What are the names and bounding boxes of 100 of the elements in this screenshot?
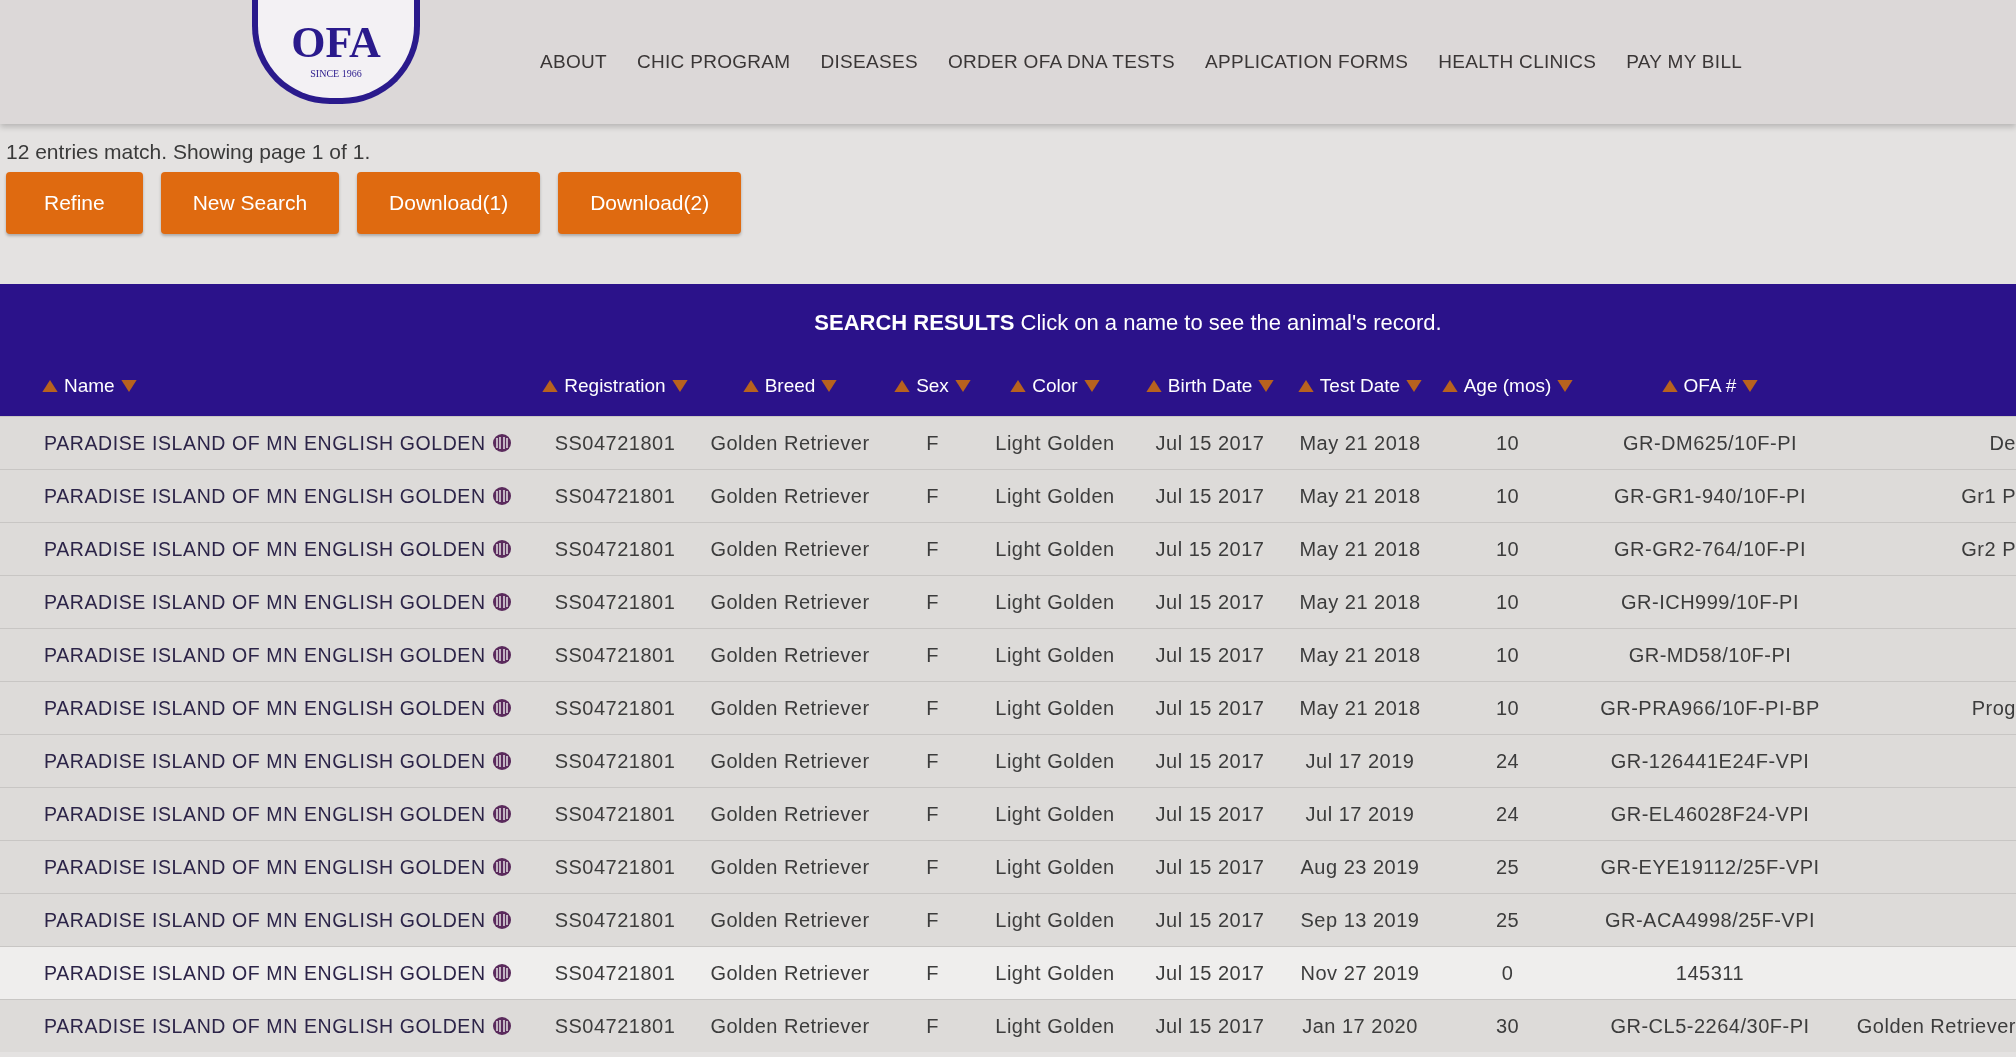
column-header[interactable]: Test Date: [1319, 375, 1401, 397]
table-cell: GR-126441E24F-VPI: [1610, 749, 1810, 773]
dog-name-link[interactable]: PARADISE ISLAND OF MN ENGLISH GOLDEN: [44, 1014, 486, 1038]
table-cell: Light Golden: [995, 961, 1115, 985]
sort-ascending-icon[interactable]: [42, 380, 58, 392]
result-row[interactable]: PARADISE ISLAND OF MN ENGLISH GOLDEN SS04721801 Golden Retriever F Light Golden Jul 15 2017 Nov 27 2019 0 145311: [0, 946, 2016, 999]
table-cell: Golden Retriever: [710, 696, 870, 720]
sort-ascending-icon[interactable]: [1010, 380, 1027, 392]
column-header[interactable]: Name: [64, 375, 115, 397]
table-cell: GR-GR1-940/10F-PI: [1614, 484, 1806, 508]
nav-link[interactable]: ORDER OFA DNA TESTS: [947, 51, 1175, 73]
sort-descending-icon[interactable]: [1083, 380, 1100, 392]
result-row[interactable]: PARADISE ISLAND OF MN ENGLISH GOLDEN SS04721801 Golden Retriever F Light Golden Jul 15 2017 May 21 2018 10 GR-ICH999/10F-PI: [0, 575, 2016, 628]
sort-descending-icon[interactable]: [1557, 380, 1574, 392]
table-cell: Jan 17 2020: [1302, 1014, 1418, 1038]
nav-link[interactable]: CHIC PROGRAM: [636, 51, 791, 73]
table-cell: F: [926, 802, 939, 826]
chic-badge-icon: [491, 910, 512, 930]
table-cell: 10: [1495, 484, 1520, 508]
sort-ascending-icon[interactable]: [1441, 380, 1458, 392]
nav-link[interactable]: DISEASES: [820, 51, 918, 73]
result-row[interactable]: PARADISE ISLAND OF MN ENGLISH GOLDEN SS04721801 Golden Retriever F Light Golden Jul 15 2017 Aug 23 2019 25 GR-EYE19112/25F-VPI: [0, 840, 2016, 893]
dog-name-link[interactable]: PARADISE ISLAND OF MN ENGLISH GOLDEN: [44, 537, 486, 561]
table-cell: Golden Retriever: [710, 908, 870, 932]
sort-descending-icon[interactable]: [671, 380, 688, 392]
column-header[interactable]: Sex: [916, 375, 949, 397]
sort-descending-icon[interactable]: [120, 380, 137, 392]
sort-descending-icon[interactable]: [821, 380, 838, 392]
table-cell: 25: [1495, 855, 1520, 879]
sort-ascending-icon[interactable]: [542, 380, 559, 392]
chic-badge-icon: [491, 645, 512, 665]
dog-name-link[interactable]: PARADISE ISLAND OF MN ENGLISH GOLDEN: [44, 855, 486, 879]
table-cell: 10: [1495, 431, 1520, 455]
table-cell: Gr2 P: [1961, 537, 2016, 561]
table-cell: SS04721801: [554, 749, 676, 773]
table-cell: F: [926, 431, 939, 455]
result-row[interactable]: PARADISE ISLAND OF MN ENGLISH GOLDEN SS04721801 Golden Retriever F Light Golden Jul 15 2017 Jul 17 2019 24 GR-126441E24F-VPI: [0, 734, 2016, 787]
result-row[interactable]: PARADISE ISLAND OF MN ENGLISH GOLDEN SS04721801 Golden Retriever F Light Golden Jul 15 2017 Jul 17 2019 24 GR-EL46028F24-VPI: [0, 787, 2016, 840]
nav-link[interactable]: ABOUT: [540, 51, 607, 73]
dog-name-link[interactable]: PARADISE ISLAND OF MN ENGLISH GOLDEN: [44, 590, 486, 614]
ofa-logo[interactable]: OFA SINCE 1966: [252, 0, 420, 104]
table-cell: 10: [1495, 643, 1520, 667]
dog-name-link[interactable]: PARADISE ISLAND OF MN ENGLISH GOLDEN: [44, 749, 486, 773]
result-row[interactable]: PARADISE ISLAND OF MN ENGLISH GOLDEN SS04721801 Golden Retriever F Light Golden Jul 15 2017 May 21 2018 10 GR-MD58/10F-PI: [0, 628, 2016, 681]
table-cell: Golden Retriever: [710, 431, 870, 455]
sort-ascending-icon[interactable]: [742, 380, 759, 392]
table-cell: 24: [1495, 802, 1520, 826]
column-header[interactable]: Color: [1032, 375, 1078, 397]
table-cell: SS04721801: [554, 1014, 676, 1038]
result-row[interactable]: PARADISE ISLAND OF MN ENGLISH GOLDEN SS04721801 Golden Retriever F Light Golden Jul 15 2017 Jan 17 2020 30 GR-CL5-2264/30F-PI Golden Retriever: [0, 999, 2016, 1052]
column-header[interactable]: OFA #: [1683, 375, 1737, 397]
column-header[interactable]: Registration: [564, 375, 666, 397]
column-header[interactable]: Breed: [764, 375, 816, 397]
result-row[interactable]: PARADISE ISLAND OF MN ENGLISH GOLDEN SS04721801 Golden Retriever F Light Golden Jul 15 2017 May 21 2018 10 GR-PRA966/10F-PI-BP Prog: [0, 681, 2016, 734]
sort-ascending-icon[interactable]: [1297, 380, 1314, 392]
table-cell: 10: [1495, 696, 1520, 720]
table-cell: F: [926, 855, 939, 879]
sort-descending-icon[interactable]: [1742, 380, 1759, 392]
table-cell: SS04721801: [554, 802, 676, 826]
nav-link[interactable]: HEALTH CLINICS: [1438, 51, 1597, 73]
table-cell: SS04721801: [554, 590, 676, 614]
dog-name-link[interactable]: PARADISE ISLAND OF MN ENGLISH GOLDEN: [44, 696, 486, 720]
logo-since-text: SINCE 1966: [310, 68, 362, 79]
table-cell: GR-ICH999/10F-PI: [1620, 590, 1800, 614]
table-cell: F: [926, 696, 939, 720]
table-cell: F: [926, 590, 939, 614]
column-header[interactable]: Age (mos): [1463, 375, 1552, 397]
table-cell: GR-MD58/10F-PI: [1628, 643, 1792, 667]
table-cell: May 21 2018: [1299, 643, 1421, 667]
sort-descending-icon[interactable]: [954, 380, 971, 392]
results-heading: SEARCH RESULTS Click on a name to see the animal's record.: [813, 309, 1443, 337]
result-row[interactable]: PARADISE ISLAND OF MN ENGLISH GOLDEN SS04721801 Golden Retriever F Light Golden Jul 15 2017 May 21 2018 10 GR-DM625/10F-PI De: [0, 416, 2016, 469]
table-cell: Light Golden: [995, 643, 1115, 667]
result-row[interactable]: PARADISE ISLAND OF MN ENGLISH GOLDEN SS04721801 Golden Retriever F Light Golden Jul 15 2017 May 21 2018 10 GR-GR1-940/10F-PI Gr1 P: [0, 469, 2016, 522]
sort-ascending-icon[interactable]: [1661, 380, 1678, 392]
table-cell: 0: [1501, 961, 1514, 985]
dog-name-link[interactable]: PARADISE ISLAND OF MN ENGLISH GOLDEN: [44, 961, 486, 985]
column-header[interactable]: Birth Date: [1167, 375, 1253, 397]
table-cell: May 21 2018: [1299, 431, 1421, 455]
result-row[interactable]: PARADISE ISLAND OF MN ENGLISH GOLDEN SS04721801 Golden Retriever F Light Golden Jul 15 2017 Sep 13 2019 25 GR-ACA4998/25F-VPI: [0, 893, 2016, 946]
chic-badge-icon: [491, 539, 512, 559]
table-cell: F: [926, 961, 939, 985]
result-row[interactable]: PARADISE ISLAND OF MN ENGLISH GOLDEN SS04721801 Golden Retriever F Light Golden Jul 15 2017 May 21 2018 10 GR-GR2-764/10F-PI Gr2 P: [0, 522, 2016, 575]
sort-descending-icon[interactable]: [1258, 380, 1275, 392]
dog-name-link[interactable]: PARADISE ISLAND OF MN ENGLISH GOLDEN: [44, 484, 486, 508]
table-cell: Light Golden: [995, 749, 1115, 773]
table-cell: F: [926, 749, 939, 773]
sort-descending-icon[interactable]: [1406, 380, 1423, 392]
sort-ascending-icon[interactable]: [1145, 380, 1162, 392]
table-cell: GR-CL5-2264/30F-PI: [1610, 1014, 1810, 1038]
dog-name-link[interactable]: PARADISE ISLAND OF MN ENGLISH GOLDEN: [44, 908, 486, 932]
dog-name-link[interactable]: PARADISE ISLAND OF MN ENGLISH GOLDEN: [44, 643, 486, 667]
dog-name-link[interactable]: PARADISE ISLAND OF MN ENGLISH GOLDEN: [44, 802, 486, 826]
sort-ascending-icon[interactable]: [894, 380, 911, 392]
nav-link[interactable]: PAY MY BILL: [1626, 51, 1743, 73]
chic-badge-icon: [491, 963, 512, 983]
nav-link[interactable]: APPLICATION FORMS: [1204, 51, 1409, 73]
dog-name-link[interactable]: PARADISE ISLAND OF MN ENGLISH GOLDEN: [44, 431, 486, 455]
table-cell: Light Golden: [995, 696, 1115, 720]
table-cell: Nov 27 2019: [1300, 961, 1420, 985]
